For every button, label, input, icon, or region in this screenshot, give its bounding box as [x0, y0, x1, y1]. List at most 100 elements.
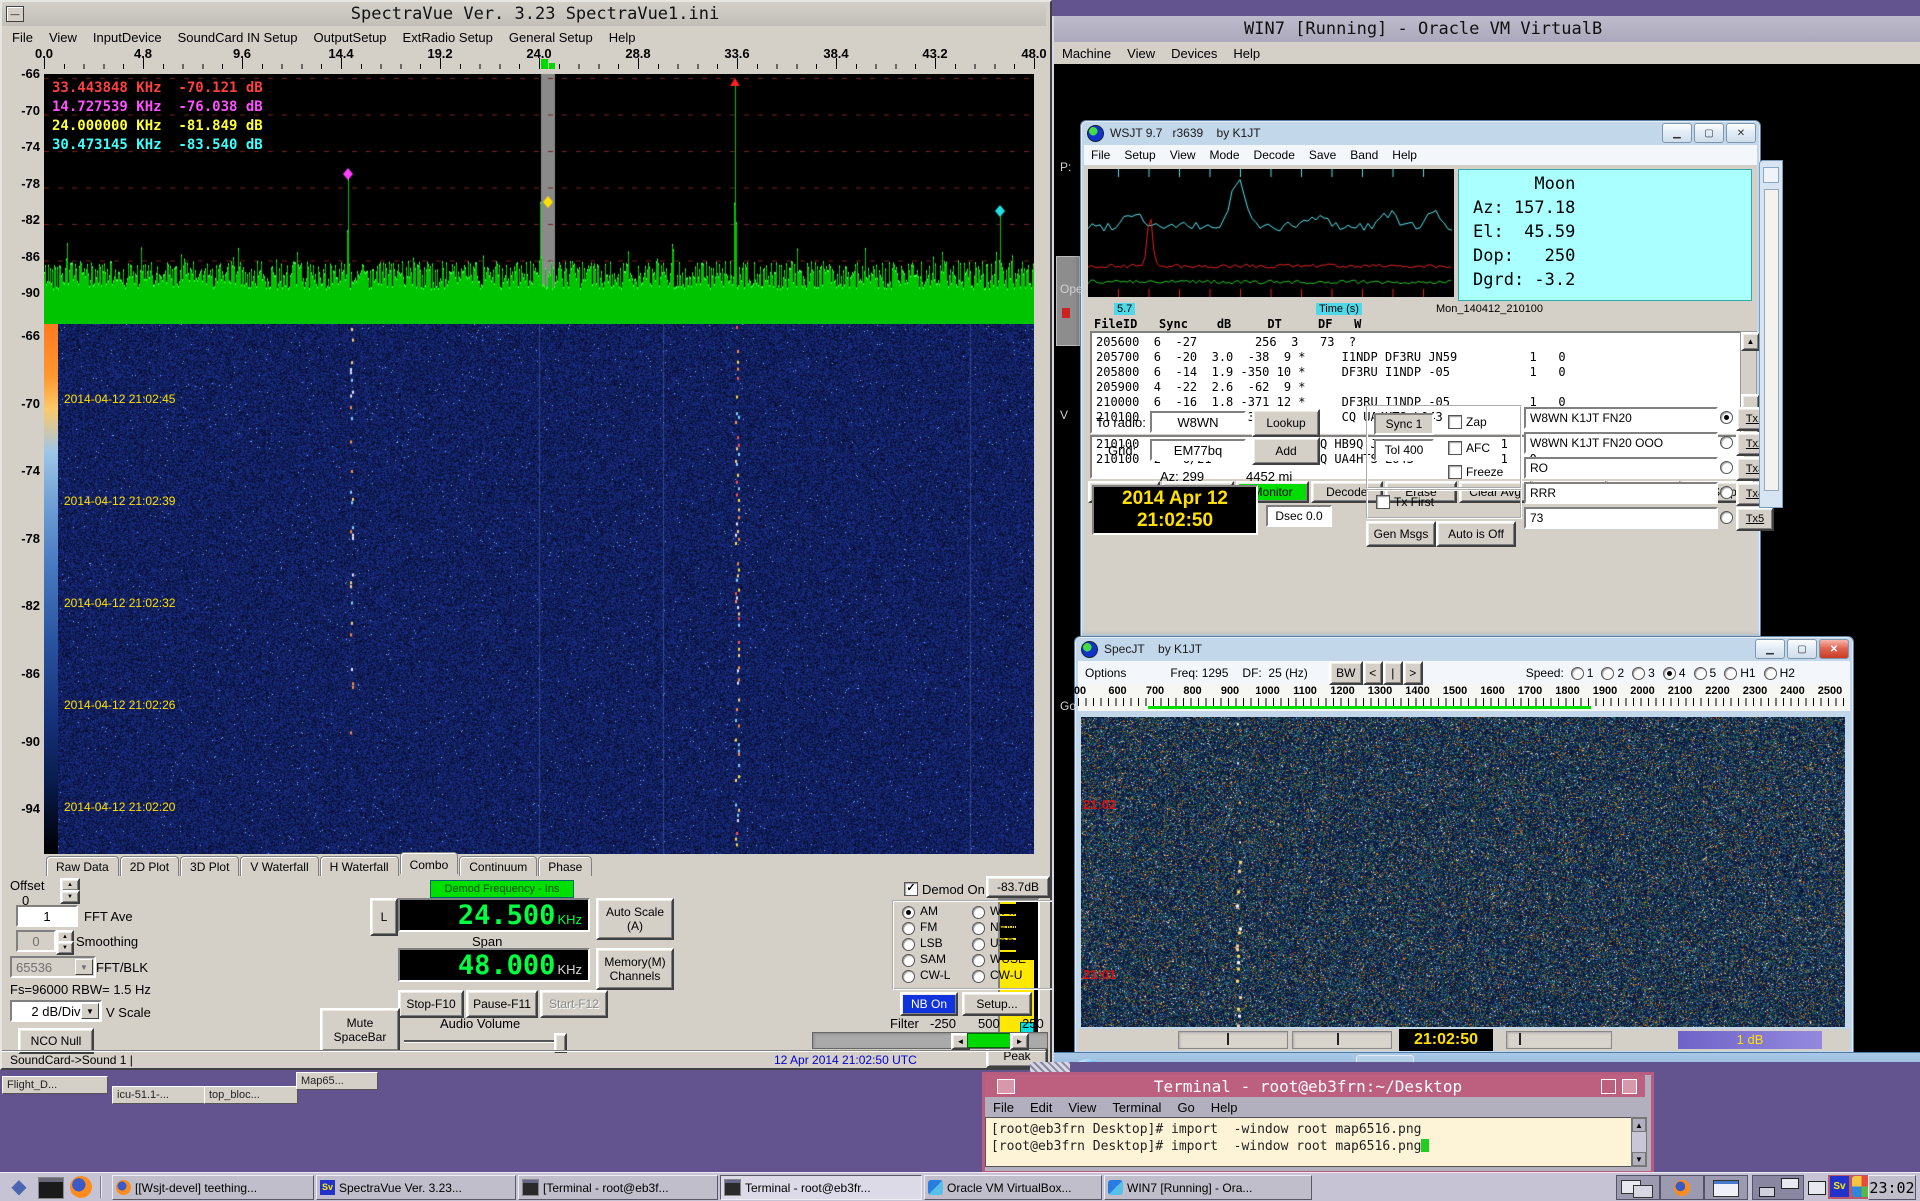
tx-message-2[interactable]: W8WN K1JT FN20 OOO	[1524, 432, 1718, 454]
l-button[interactable]: L	[370, 898, 398, 936]
chevron-down-icon[interactable]: ▼	[81, 1003, 99, 1019]
desktop-pager-icon[interactable]: ◆	[8, 1176, 30, 1198]
pager-cell-3[interactable]	[1704, 1175, 1748, 1200]
spectravue-titlebar[interactable]: — SpectraVue Ver. 3.23 SpectraVue1.ini	[2, 2, 1046, 26]
nav-left-button[interactable]: <	[1363, 661, 1383, 685]
tx-radio-5[interactable]	[1720, 511, 1733, 524]
speed-option-h1[interactable]: H1	[1724, 666, 1755, 680]
afc-checkbox[interactable]	[1448, 441, 1462, 455]
slider-thumb[interactable]	[1519, 1033, 1521, 1045]
menu-item-general-setup[interactable]: General Setup	[501, 28, 601, 47]
specjt-titlebar[interactable]: SpecJT by K1JT ▁ ▢ ✕	[1075, 637, 1853, 661]
offset-spinner[interactable]: ▲▼	[60, 878, 76, 900]
chevron-down-icon[interactable]: ▼	[75, 959, 93, 975]
scroll-right-icon[interactable]: ►	[1010, 1033, 1029, 1050]
tab-h-waterfall[interactable]: H Waterfall	[320, 856, 399, 876]
task-button-oracle-vm-virtualbox[interactable]: Oracle VM VirtualBox...	[924, 1175, 1102, 1200]
speed-radio-3[interactable]	[1632, 667, 1645, 680]
menu-item-file[interactable]: File	[4, 28, 41, 47]
fft-ave-input[interactable]: 1	[16, 905, 78, 927]
wsjt-menu-setup[interactable]: Setup	[1117, 146, 1162, 164]
mode-radio-sam[interactable]	[902, 954, 915, 967]
task-button-terminal-root-eb3f[interactable]: [Terminal - root@eb3f...	[518, 1175, 718, 1200]
mode-radio-am[interactable]	[902, 906, 915, 919]
tx-message-1[interactable]: W8WN K1JT FN20	[1524, 407, 1718, 429]
wsjt-menu-mode[interactable]: Mode	[1203, 146, 1247, 164]
speed-option-h2[interactable]: H2	[1764, 666, 1795, 680]
setup-button[interactable]: Setup...	[962, 992, 1032, 1016]
terminal-launcher-icon[interactable]	[38, 1177, 64, 1199]
mode-radio-usb[interactable]	[972, 938, 985, 951]
wsjt-menu-help[interactable]: Help	[1385, 146, 1424, 164]
terminal-menu-view[interactable]: View	[1060, 1098, 1104, 1117]
task-button-wsjt-devel-teething[interactable]: [[Wsjt-devel] teething...	[112, 1175, 314, 1200]
speed-option-5[interactable]: 5	[1694, 666, 1717, 680]
wsjt-menu-band[interactable]: Band	[1343, 146, 1385, 164]
speed-option-1[interactable]: 1	[1571, 666, 1594, 680]
spin-down-icon[interactable]: ▼	[56, 941, 74, 955]
terminal-titlebar[interactable]: Terminal - root@eb3frn:~/Desktop	[985, 1075, 1645, 1097]
tab-3d-plot[interactable]: 3D Plot	[180, 856, 239, 876]
specjt-minimize-button[interactable]: ▁	[1755, 639, 1785, 659]
task-button-win7-running-ora[interactable]: WIN7 [Running] - Ora...	[1104, 1175, 1312, 1200]
vbox-menu-view[interactable]: View	[1119, 44, 1163, 63]
mode-radio-wfm[interactable]	[972, 906, 985, 919]
scroll-up-icon[interactable]: ▲	[1632, 1118, 1646, 1132]
start-button[interactable]	[1068, 1059, 1110, 1062]
tx-radio-1[interactable]	[1720, 411, 1733, 424]
smoothing-spinner[interactable]: ▲▼	[56, 930, 70, 952]
demod-on-checkbox[interactable]: ✓	[904, 882, 918, 896]
mode-radio-nfm[interactable]	[972, 922, 985, 935]
terminal-menu-file[interactable]: File	[985, 1098, 1022, 1117]
speed-radio-h2[interactable]	[1764, 667, 1777, 680]
wsjt-menu-save[interactable]: Save	[1302, 146, 1343, 164]
wsjt-menu-file[interactable]: File	[1084, 146, 1117, 164]
stop-button[interactable]: Stop-F10	[398, 990, 464, 1018]
scroll-up-icon[interactable]: ▲	[1741, 332, 1760, 351]
tx-button-5[interactable]: Tx5	[1736, 507, 1774, 531]
terminal-menu-icon[interactable]	[997, 1079, 1015, 1094]
memory-channels-button[interactable]: Memory(M)Channels	[596, 948, 674, 990]
task-button-spectravue-ver-3-23[interactable]: SvSpectraVue Ver. 3.23...	[316, 1175, 516, 1200]
terminal-menu-terminal[interactable]: Terminal	[1104, 1098, 1169, 1117]
wsjt-menu-view[interactable]: View	[1163, 146, 1203, 164]
speed-radio-h1[interactable]	[1724, 667, 1737, 680]
audio-volume-track[interactable]	[404, 1040, 562, 1042]
wsjt-close-button[interactable]: ✕	[1726, 123, 1756, 143]
gen-msgs-button[interactable]: Gen Msgs	[1366, 521, 1436, 547]
tab-2d-plot[interactable]: 2D Plot	[120, 856, 179, 876]
tol-box[interactable]: Tol 400	[1374, 439, 1434, 461]
terminal-menu-help[interactable]: Help	[1203, 1098, 1246, 1117]
vscale-combo[interactable]: 2 dB/Div▼	[10, 1000, 102, 1022]
terminal-menu-edit[interactable]: Edit	[1022, 1098, 1060, 1117]
tab-continuum[interactable]: Continuum	[459, 856, 537, 876]
nav-center-button[interactable]: |	[1383, 661, 1403, 685]
menu-item-outputsetup[interactable]: OutputSetup	[306, 28, 395, 47]
mode-radio-lsb[interactable]	[902, 938, 915, 951]
specjt-slider-2[interactable]	[1292, 1031, 1392, 1049]
tx-radio-2[interactable]	[1720, 436, 1733, 449]
filter-scrollbar[interactable]: ◄►	[812, 1032, 1048, 1049]
speed-option-4[interactable]: 4	[1663, 666, 1686, 680]
window-menu-icon[interactable]: —	[6, 6, 24, 22]
mini-pager[interactable]	[1752, 1175, 1804, 1200]
nb-on-button[interactable]: NB On	[900, 992, 958, 1016]
pause-button[interactable]: Pause-F11	[466, 990, 538, 1018]
speed-option-3[interactable]: 3	[1632, 666, 1655, 680]
terminal-scrollbar[interactable]: ▲ ▼	[1631, 1117, 1647, 1167]
specjt-slider-1[interactable]	[1178, 1031, 1288, 1049]
tx-message-5[interactable]: 73	[1524, 507, 1718, 529]
spin-down-icon[interactable]: ▼	[60, 890, 80, 904]
grid-field[interactable]: EM77bq	[1150, 439, 1246, 461]
terminal-menu-go[interactable]: Go	[1169, 1098, 1202, 1117]
menu-item-extradio-setup[interactable]: ExtRadio Setup	[395, 28, 501, 47]
tab-phase[interactable]: Phase	[538, 856, 592, 876]
tx-message-4[interactable]: RRR	[1524, 482, 1718, 504]
specjt-db-gain[interactable]: 1 dB	[1678, 1031, 1822, 1049]
specjt-waterfall[interactable]	[1081, 717, 1845, 1027]
spectravue-tray-icon[interactable]: Sv	[1830, 1176, 1849, 1197]
menu-item-inputdevice[interactable]: InputDevice	[85, 28, 170, 47]
wsjt-menu-decode[interactable]: Decode	[1247, 146, 1302, 164]
firefox-launcher-icon[interactable]	[70, 1176, 92, 1198]
bw-button[interactable]: BW	[1329, 661, 1363, 685]
